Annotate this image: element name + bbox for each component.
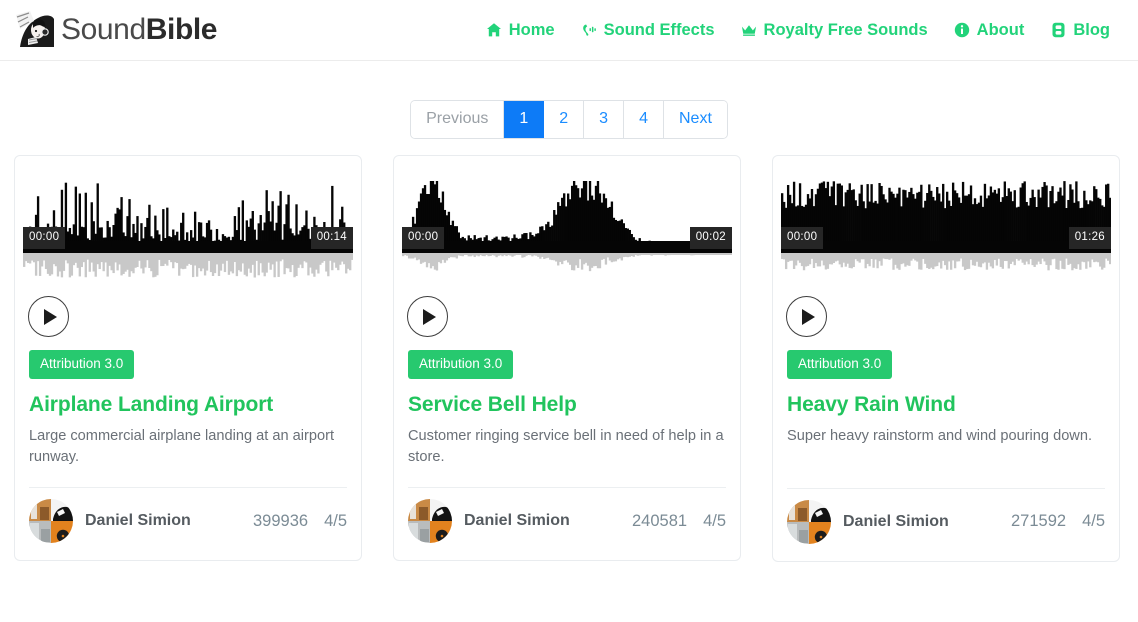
nav-label-blog: Blog [1073,20,1110,39]
card-stats: 271592 4/5 [1011,512,1105,531]
brand-text-light: Sound [61,13,146,46]
sound-card[interactable]: 00:00 00:02 Attribution 3.0 Service Bell… [393,155,741,561]
card-description: Customer ringing service bell in need of… [408,427,724,465]
pagination-previous[interactable]: Previous [411,101,505,138]
nav-item-home[interactable]: Home [486,21,555,40]
author-name[interactable]: Daniel Simion [464,512,570,530]
pagination-page-4[interactable]: 4 [624,101,664,138]
play-row [773,287,1119,350]
waveform-player[interactable]: 00:00 01:26 [781,169,1111,287]
footer-spacer [15,468,361,487]
nav-label-royalty-free-sounds: Royalty Free Sounds [763,20,928,39]
sound-card[interactable]: 00:00 00:14 Attribution 3.0 Airplane Lan… [14,155,362,561]
pagination-page-3[interactable]: 3 [584,101,625,138]
time-end-label: 00:02 [689,226,732,249]
footer-spacer [394,468,740,487]
play-icon[interactable] [28,296,69,337]
pagination-next[interactable]: Next [663,101,727,138]
waveform-graphic [402,181,732,272]
license-badge: Attribution 3.0 [787,350,893,379]
waveform-player[interactable]: 00:00 00:02 [402,169,732,287]
author-avatar-icon [29,499,73,543]
time-end-label: 00:14 [310,226,353,249]
download-count: 271592 [1011,512,1067,531]
pagination-page-1[interactable]: 1 [504,101,545,138]
play-row [15,287,361,350]
nav-item-sound-effects[interactable]: Sound Effects [581,21,715,40]
nav-item-about[interactable]: About [954,20,1025,40]
card-body: Attribution 3.0 Airplane Landing Airport… [15,350,361,468]
card-footer: Daniel Simion 240581 4/5 [408,487,726,560]
card-description: Large commercial airplane landing at an … [29,427,335,465]
play-icon[interactable] [786,296,827,337]
brand-logo-link[interactable]: SoundBible [14,9,218,51]
card-title[interactable]: Service Bell Help [408,392,726,417]
waveform-graphic [23,182,353,278]
sound-card-grid: 00:00 00:14 Attribution 3.0 Airplane Lan… [0,155,1138,562]
card-title[interactable]: Airplane Landing Airport [29,392,347,417]
main-navigation: Home Sound Effects Royalty Free Sounds A… [486,21,1124,40]
author-avatar-icon [787,499,831,544]
card-body: Attribution 3.0 Service Bell Help Custom… [394,350,740,468]
nav-label-about: About [976,20,1025,39]
pagination-container: Previous 1 2 3 4 Next [0,61,1138,155]
download-count: 399936 [253,511,309,530]
pagination-page-2[interactable]: 2 [544,101,585,138]
crown-icon [741,22,757,38]
nav-item-royalty-free-sounds[interactable]: Royalty Free Sounds [741,21,928,40]
waveform-graphic [781,181,1111,271]
rating-value: 4/5 [324,511,347,530]
license-badge: Attribution 3.0 [408,350,514,379]
author-avatar-icon [408,499,452,543]
card-stats: 240581 4/5 [632,512,726,531]
author-name[interactable]: Daniel Simion [843,513,949,531]
card-media: 00:00 00:02 [394,156,740,350]
site-header: SoundBible Home Sound Effects Royalty Fr… [0,0,1138,61]
nav-label-sound-effects: Sound Effects [603,20,715,39]
license-badge: Attribution 3.0 [29,350,135,379]
time-start-label: 00:00 [781,226,824,249]
author-name[interactable]: Daniel Simion [85,512,191,530]
time-end-label: 01:26 [1068,226,1111,249]
nav-item-blog[interactable]: Blog [1050,21,1110,40]
card-media: 00:00 00:14 [15,156,361,350]
waveform-player[interactable]: 00:00 00:14 [23,169,353,287]
home-icon [486,22,502,38]
brand-text-bold: Bible [145,13,218,46]
sound-card[interactable]: 00:00 01:26 Attribution 3.0 Heavy Rain W… [772,155,1120,562]
play-icon[interactable] [407,296,448,337]
card-footer: Daniel Simion 399936 4/5 [29,487,347,560]
info-circle-icon [954,22,970,38]
rating-value: 4/5 [703,511,726,530]
card-media: 00:00 01:26 [773,156,1119,350]
pagination: Previous 1 2 3 4 Next [411,101,727,138]
download-count: 240581 [632,511,688,530]
rating-value: 4/5 [1082,512,1105,531]
soundbible-logo-icon [14,9,56,51]
card-description: Super heavy rainstorm and wind pouring d… [787,427,1093,444]
footer-spacer [773,447,1119,488]
card-footer: Daniel Simion 271592 4/5 [787,487,1105,561]
sound-wave-icon [581,22,597,38]
time-start-label: 00:00 [402,226,445,249]
book-icon [1050,22,1066,38]
card-title[interactable]: Heavy Rain Wind [787,392,1105,417]
nav-label-home: Home [508,20,555,39]
time-start-label: 00:00 [23,226,66,249]
brand-wordmark: SoundBible [58,13,218,46]
play-row [394,287,740,350]
card-stats: 399936 4/5 [253,512,347,531]
card-body: Attribution 3.0 Heavy Rain Wind Super he… [773,350,1119,447]
